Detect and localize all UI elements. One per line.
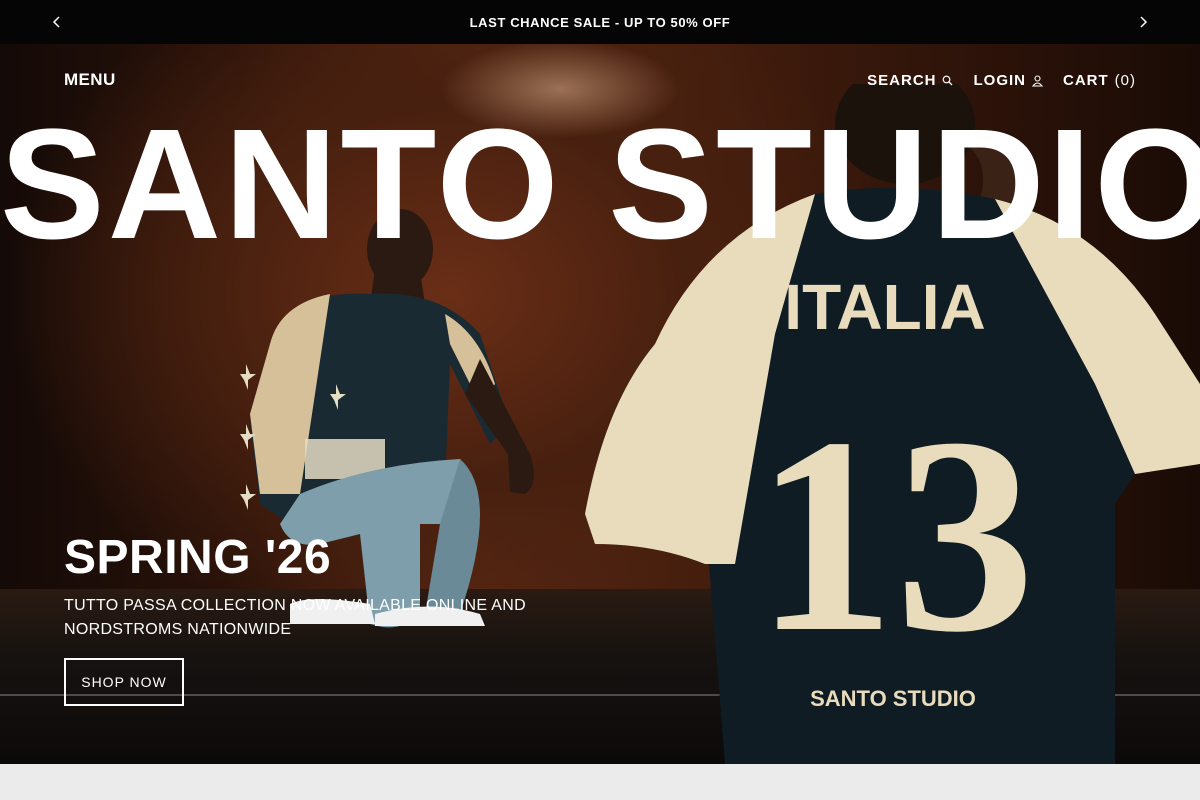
cart-count: (0) — [1114, 72, 1136, 89]
next-section — [0, 764, 1200, 800]
login-button[interactable]: LOGIN — [973, 72, 1043, 89]
cart-button[interactable]: CART (0) — [1063, 72, 1136, 89]
chevron-left-icon — [52, 16, 60, 28]
announcement-next-button[interactable] — [1133, 12, 1153, 32]
header-actions: SEARCH LOGIN CART (0) — [867, 72, 1136, 89]
hero-subtitle: TUTTO PASSA COLLECTION NOW AVAILABLE ONL… — [64, 597, 526, 638]
search-icon — [942, 75, 953, 86]
hero-banner: ITALIA 13 SANTO STUDIO MENU SEARCH LOGIN… — [0, 44, 1200, 764]
cart-label: CART — [1062, 72, 1109, 89]
search-button[interactable]: SEARCH — [867, 72, 953, 89]
hero-copy: SPRING '26 TUTTO PASSA COLLECTION NOW AV… — [64, 534, 584, 706]
announcement-prev-button[interactable] — [47, 12, 67, 32]
menu-button[interactable]: MENU — [64, 70, 116, 90]
jersey-brand: SANTO STUDIO — [810, 686, 976, 711]
hero-title: SPRING '26 — [64, 531, 332, 584]
brand-logo: SANTO STUDIO — [0, 97, 1200, 272]
announcement-bar: LAST CHANCE SALE - UP TO 50% OFF — [0, 0, 1200, 44]
jersey-text: ITALIA — [784, 271, 985, 343]
user-icon — [1031, 74, 1043, 87]
announcement-text: LAST CHANCE SALE - UP TO 50% OFF — [469, 14, 731, 30]
search-label: SEARCH — [867, 72, 937, 89]
chevron-right-icon — [1140, 16, 1148, 28]
shop-now-button[interactable]: SHOP NOW — [64, 658, 184, 706]
jersey-number: 13 — [755, 379, 1035, 690]
login-label: LOGIN — [973, 72, 1026, 89]
